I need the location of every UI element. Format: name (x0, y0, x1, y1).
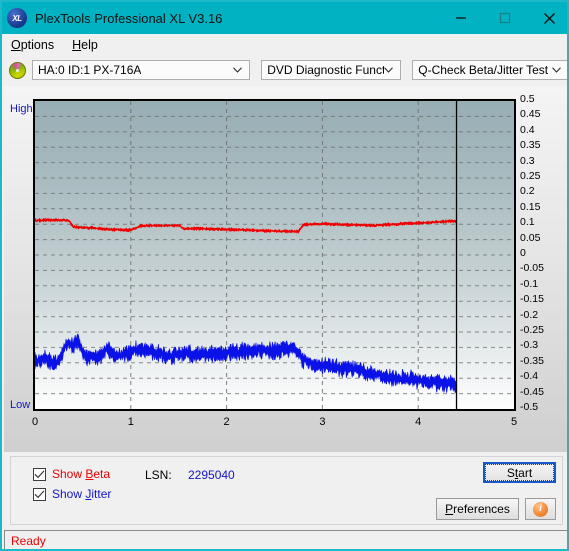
y-tick-label: -0.05 (520, 262, 544, 275)
titlebar: XL PlexTools Professional XL V3.16 (2, 2, 567, 34)
y-tick-label: 0.4 (520, 123, 535, 136)
status-text: Ready (11, 533, 46, 548)
plot-wrap (33, 99, 516, 411)
y-tick-label: 0.35 (520, 139, 541, 152)
chevron-down-icon (384, 66, 394, 75)
menu-item-options[interactable]: Options (9, 36, 62, 54)
statusbar: Ready (4, 530, 567, 549)
beta-jitter-plot (35, 101, 514, 409)
test-select[interactable]: Q-Check Beta/Jitter Test (412, 60, 567, 80)
y-tick-label: -0.35 (520, 354, 544, 367)
y-tick-label: 0 (520, 247, 526, 259)
minimize-icon[interactable] (439, 2, 483, 34)
y-tick-label: -0.25 (520, 324, 544, 336)
start-button-inner: St art (485, 464, 554, 481)
chevron-down-icon (233, 66, 243, 75)
close-icon[interactable] (527, 2, 567, 34)
y-tick-label: -0.15 (520, 293, 544, 306)
lsn-value: 2295040 (188, 468, 235, 482)
start-button[interactable]: St art (483, 462, 556, 483)
y-tick-label: 0.1 (520, 216, 535, 229)
controls-panel: Show Beta Show Jitter LSN: 2295040 St art… (10, 456, 563, 525)
function-select[interactable]: DVD Diagnostic Functions (261, 60, 402, 80)
show-beta-checkbox-row[interactable]: Show Beta (33, 467, 110, 481)
plot-area (33, 99, 516, 411)
x-tick-label: 2 (223, 416, 230, 428)
y-axis-tick-labels: 0.5 0.45 0.4 0.35 0.3 0.25 0.2 0.15 0.1 0.05 0 -0.0… (520, 92, 567, 418)
show-beta-checkbox[interactable] (33, 467, 46, 481)
menubar: Options Help (4, 34, 567, 56)
x-tick-label: 4 (415, 416, 422, 428)
y-tick-label: -0.1 (520, 277, 539, 290)
show-jitter-checkbox[interactable] (33, 487, 46, 501)
axis-label-high: High (10, 103, 33, 115)
lsn-label: LSN: (145, 468, 172, 482)
window-title: PlexTools Professional XL V3.16 (35, 10, 223, 26)
show-jitter-checkbox-row[interactable]: Show Jitter (33, 487, 111, 501)
y-tick-label: 0.2 (520, 185, 535, 198)
show-beta-label: Show Beta (52, 467, 111, 481)
maximize-icon[interactable] (483, 2, 527, 34)
x-tick-label: 3 (319, 416, 326, 428)
chevron-down-icon (552, 66, 561, 75)
drive-select[interactable]: HA:0 ID:1 PX-716A (32, 60, 251, 80)
menu-item-help[interactable]: Help (70, 36, 106, 54)
y-tick-label: 0.45 (520, 108, 541, 121)
y-tick-label: 0.25 (520, 170, 541, 182)
function-select-value: DVD Diagnostic Functions (267, 63, 384, 77)
x-tick-label: 5 (510, 416, 518, 428)
y-tick-label: 0.15 (520, 200, 541, 213)
y-tick-label: -0.4 (520, 370, 539, 383)
plextools-window: XL PlexTools Professional XL V3.16 Optio… (0, 0, 569, 551)
show-jitter-label: Show Jitter (52, 487, 112, 501)
xl-logo-icon: XL (7, 8, 27, 28)
optical-disc-icon (9, 61, 26, 79)
toolbar: HA:0 ID:1 PX-716A DVD Diagnostic Functio… (4, 56, 567, 84)
y-tick-label: -0.45 (520, 385, 544, 398)
axis-label-low: Low (10, 399, 31, 411)
info-icon: i (533, 501, 548, 517)
y-tick-label: -0.3 (520, 339, 539, 352)
info-button[interactable]: i (525, 498, 556, 520)
x-tick-label: 0 (31, 416, 39, 428)
test-select-value: Q-Check Beta/Jitter Test (418, 63, 549, 77)
window-controls (439, 2, 567, 34)
x-axis-tick-labels: 0 1 2 3 4 5 (4, 416, 567, 436)
y-tick-label: 0.5 (520, 93, 535, 105)
y-tick-label: 0.05 (520, 231, 541, 244)
y-tick-label: 0.3 (520, 154, 535, 167)
preferences-button[interactable]: Preferences (436, 498, 519, 520)
x-tick-label: 1 (127, 416, 134, 428)
chart-panel: High Low 0.5 0.45 0.4 0.35 0.3 0.25 0.2 0.15 0.1… (4, 86, 567, 452)
y-tick-label: -0.2 (520, 308, 539, 321)
drive-select-value: HA:0 ID:1 PX-716A (38, 63, 142, 77)
y-tick-label: -0.5 (520, 401, 539, 413)
